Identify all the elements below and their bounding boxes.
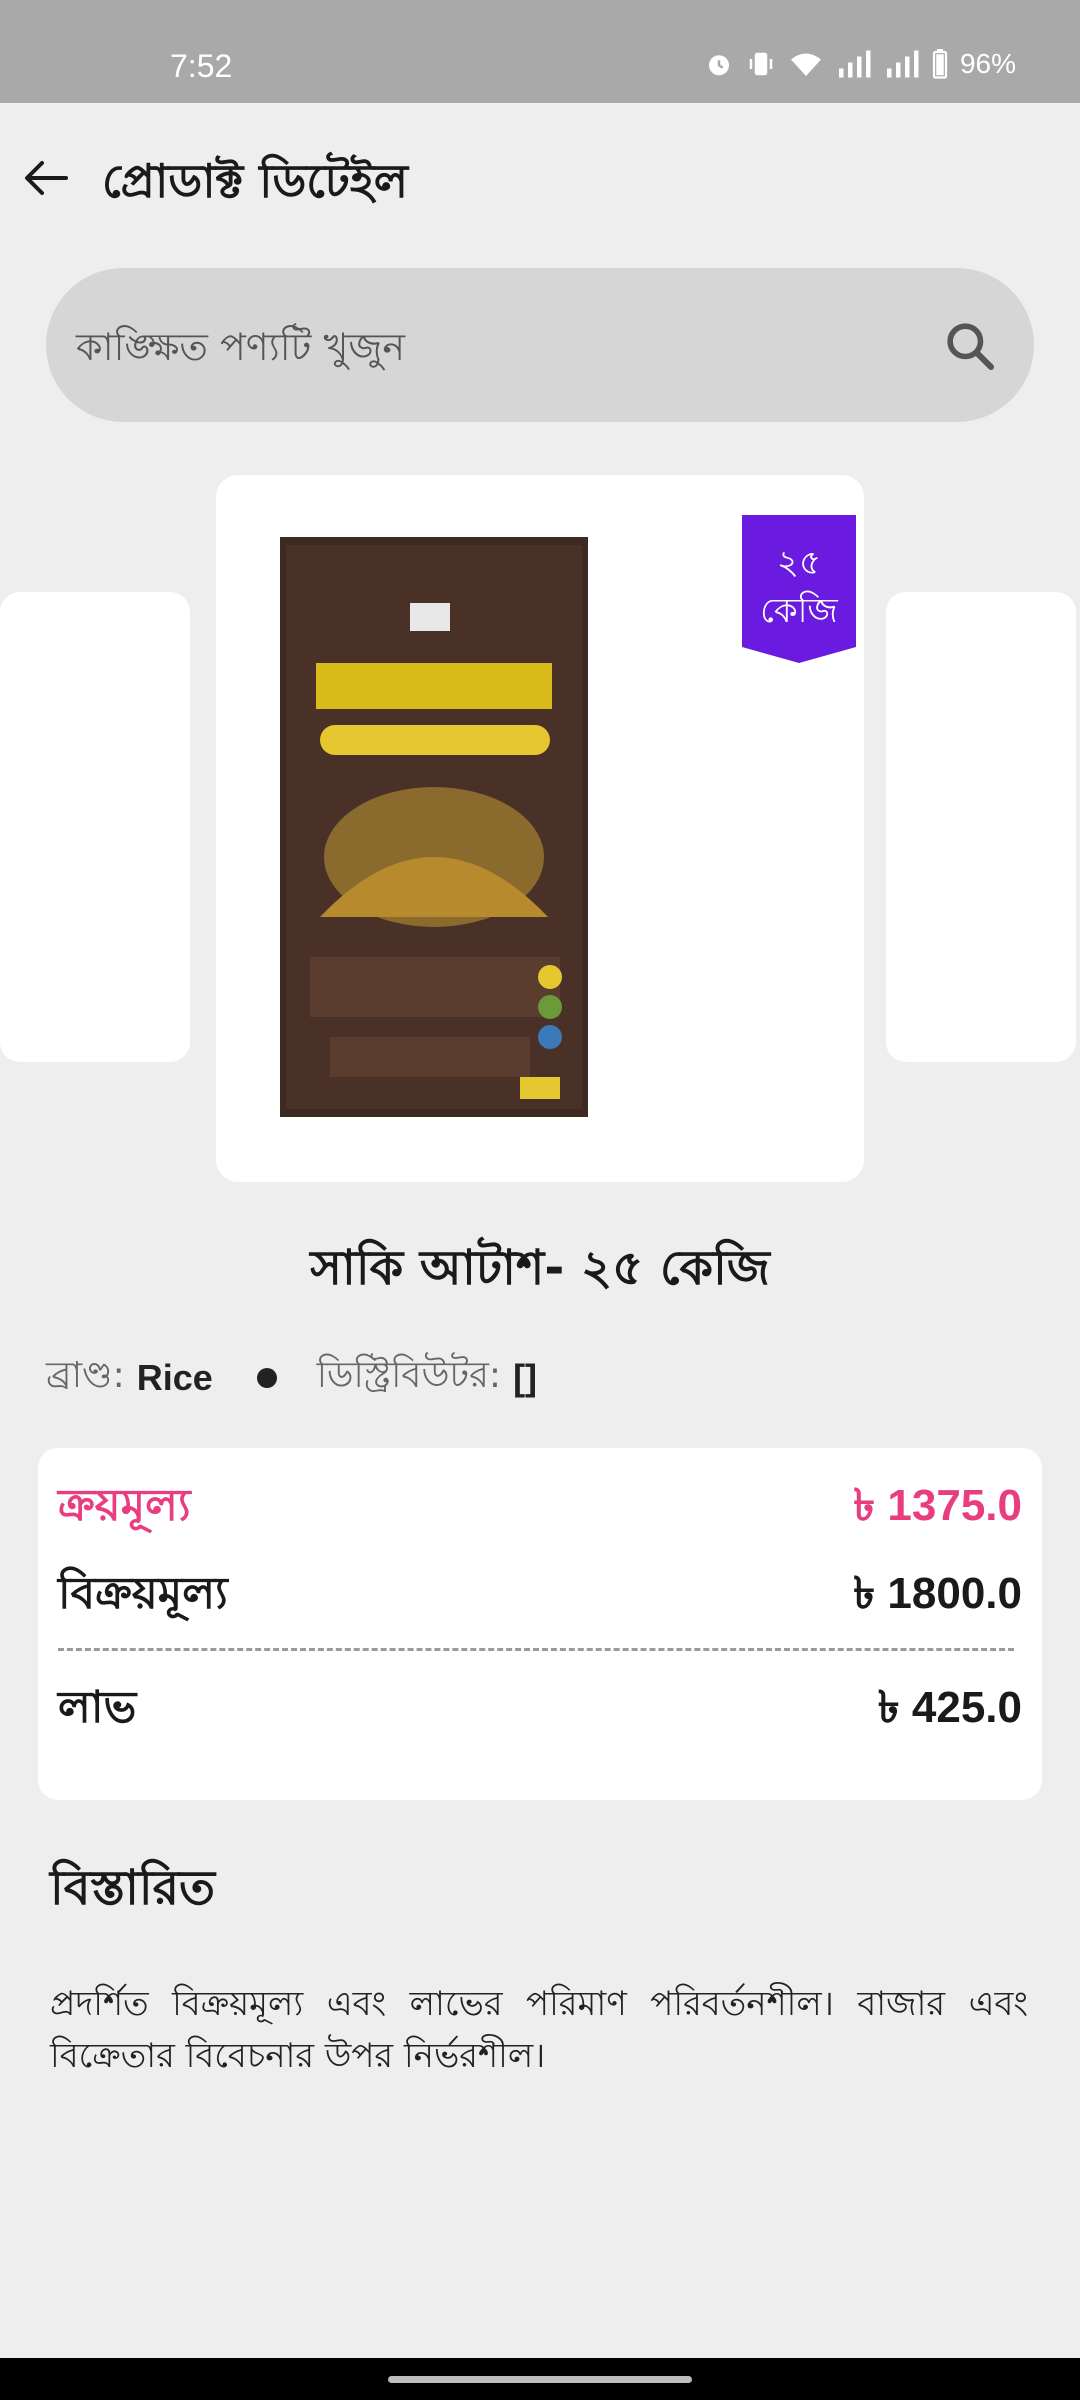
wifi-icon [790, 53, 821, 76]
search-icon[interactable] [942, 318, 998, 374]
status-bar: 7:52 96% [0, 0, 1080, 103]
product-image [280, 537, 588, 1117]
page-title: প্রোডাক্ট ডিটেইল [102, 154, 409, 208]
profit-value: ৳ 425.0 [877, 1683, 1022, 1732]
profit-row: লাভ ৳ 425.0 [58, 1674, 1022, 1747]
product-name: সাকি আটাশ- ২৫ কেজি [310, 1240, 770, 1296]
product-meta: ব্রাণ্ড: Rice ডিস্ট্রিবিউটর: [] [46, 1348, 537, 1408]
back-button[interactable] [10, 143, 80, 213]
distributor-value: [] [513, 1357, 538, 1398]
separator-dot [256, 1368, 277, 1388]
arrow-left-icon [25, 161, 68, 195]
search-bar[interactable]: কাঙ্ক্ষিত পণ্যটি খুজুন [46, 268, 1034, 422]
brand-label: ব্রাণ্ড: [46, 1355, 125, 1396]
carousel-card-next[interactable] [886, 592, 1076, 1062]
details-description: প্রদর্শিত বিক্রয়মূল্য এবং লাভের পরিমাণ … [50, 1984, 1028, 2076]
weight-badge-unit: কেজি [760, 591, 838, 631]
home-gesture-handle[interactable] [388, 2376, 692, 2383]
alarm-icon [708, 55, 729, 76]
status-icons: 96% [704, 48, 1016, 80]
weight-badge: ২৫ কেজি [742, 515, 856, 663]
signal-icon [838, 50, 871, 78]
product-image-card[interactable]: ২৫ কেজি [216, 475, 864, 1182]
sale-price-value: ৳ 1800.0 [853, 1569, 1022, 1618]
vibrate-icon [749, 52, 773, 76]
details-heading: বিস্তারিত [50, 1860, 216, 1916]
purchase-price-label: ক্রয়মূল্য [58, 1480, 191, 1531]
signal-icon-2 [886, 50, 919, 78]
sale-price-row: বিক্রয়মূল্য ৳ 1800.0 [58, 1560, 1022, 1633]
status-time: 7:52 [170, 48, 233, 84]
profit-label: লাভ [58, 1682, 137, 1733]
carousel-card-previous[interactable] [0, 592, 190, 1062]
battery-icon [932, 49, 948, 79]
battery-percent: 96% [959, 48, 1016, 79]
weight-badge-text: ২৫ কেজি [742, 539, 856, 635]
weight-badge-number: ২৫ [776, 543, 822, 583]
distributor-label: ডিস্ট্রিবিউটর: [316, 1355, 502, 1396]
divider [58, 1648, 1014, 1651]
purchase-price-row: ক্রয়মূল্য ৳ 1375.0 [58, 1472, 1022, 1545]
price-card: ক্রয়মূল্য ৳ 1375.0 বিক্রয়মূল্য ৳ 1800.… [38, 1448, 1042, 1800]
brand-value: Rice [136, 1357, 213, 1398]
system-nav-bar [0, 2358, 1080, 2400]
search-input[interactable]: কাঙ্ক্ষিত পণ্যটি খুজুন [76, 318, 405, 382]
purchase-price-value: ৳ 1375.0 [853, 1481, 1022, 1530]
app-bar: প্রোডাক্ট ডিটেইল [0, 103, 1080, 253]
sale-price-label: বিক্রয়মূল্য [58, 1568, 228, 1619]
